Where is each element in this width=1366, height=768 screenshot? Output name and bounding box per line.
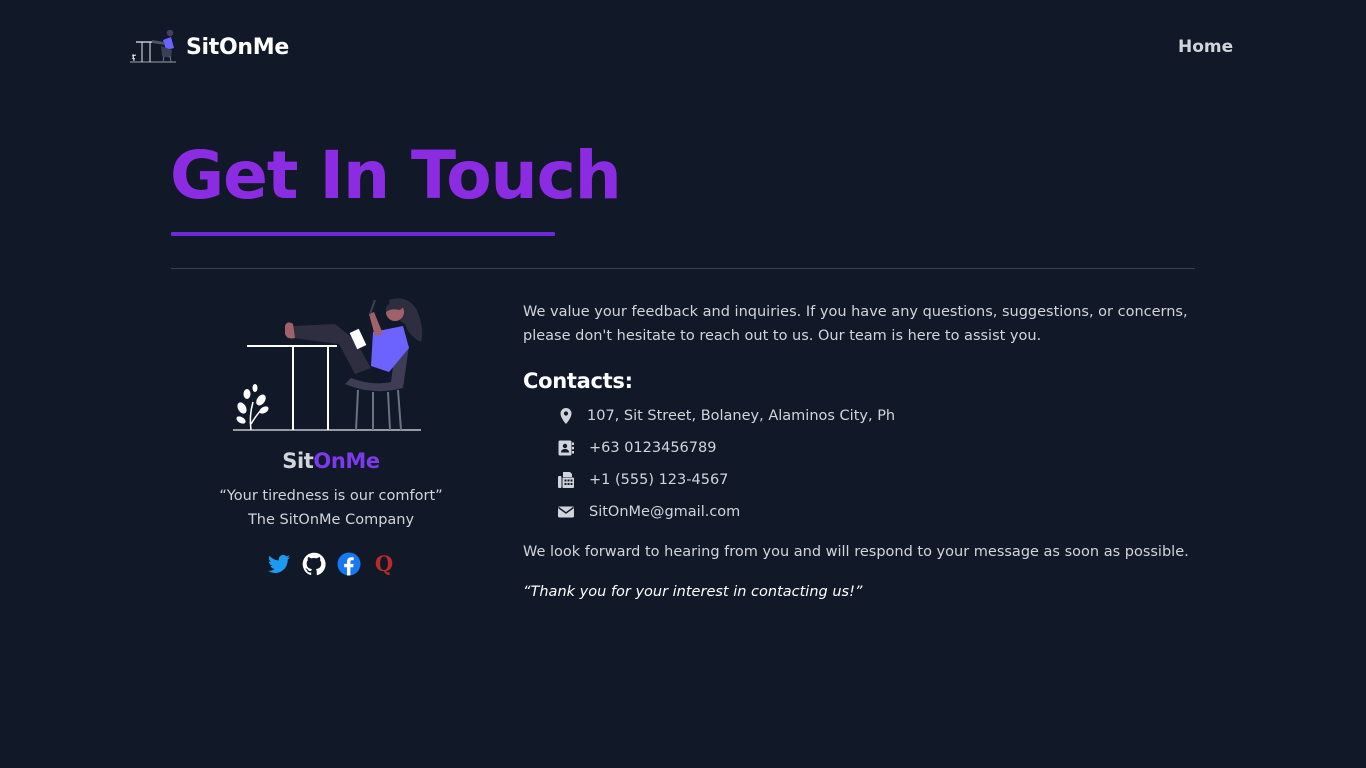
closing-text: We look forward to hearing from you and … [523, 544, 1189, 560]
contact-item-address: 107, Sit Street, Bolaney, Alaminos City,… [557, 400, 1203, 432]
relaxing-person-illustration [233, 298, 423, 431]
navbar: SitOnMe Home [0, 0, 1366, 96]
brand-link[interactable]: SitOnMe [128, 28, 289, 66]
company-card: SitOnMe “Your tiredness is our comfort” … [171, 296, 491, 576]
contact-item-email: SitOnMe@gmail.com [557, 496, 1203, 528]
quora-icon: Q [374, 552, 392, 576]
contact-item-fax: +1 (555) 123-4567 [557, 464, 1203, 496]
intro-text: We value your feedback and inquiries. If… [523, 304, 1188, 344]
envelope-icon [558, 506, 574, 518]
quora-link[interactable]: Q [372, 552, 396, 576]
twitter-link[interactable] [267, 552, 291, 576]
contact-list: 107, Sit Street, Bolaney, Alaminos City,… [523, 400, 1203, 528]
company-name: SitOnMe [171, 448, 491, 474]
svg-text:Q: Q [374, 552, 392, 576]
facebook-icon [337, 552, 360, 576]
company-full-name: The SitOnMe Company [247, 512, 415, 528]
contact-item-phone: +63 0123456789 [557, 432, 1203, 464]
contacts-heading: Contacts: [523, 369, 633, 393]
page-title: Get In Touch [170, 134, 622, 218]
contact-phone-text: +63 0123456789 [589, 440, 717, 456]
github-link[interactable] [302, 552, 326, 576]
thank-you-text: “Thank you for your interest in contacti… [523, 584, 863, 600]
fax-icon [558, 472, 574, 488]
brand-name: SitOnMe [186, 34, 289, 60]
nav-home-link[interactable]: Home [1178, 37, 1233, 57]
contact-book-icon [558, 440, 574, 456]
location-pin-icon [560, 408, 572, 424]
contact-section: We value your feedback and inquiries. If… [523, 300, 1203, 604]
facebook-link[interactable] [337, 552, 361, 576]
contact-email-text: SitOnMe@gmail.com [589, 504, 741, 520]
contact-fax-text: +1 (555) 123-4567 [589, 472, 729, 488]
company-name-sit: Sit [282, 449, 314, 473]
brand-logo-icon [130, 29, 176, 63]
company-tagline: “Your tiredness is our comfort” The SitO… [171, 484, 491, 532]
github-icon [302, 552, 326, 576]
company-quote: “Your tiredness is our comfort” [219, 488, 443, 504]
twitter-icon [267, 554, 290, 573]
company-name-onme: OnMe [313, 449, 380, 473]
contact-address-text: 107, Sit Street, Bolaney, Alaminos City,… [587, 408, 896, 424]
section-divider [171, 268, 1195, 269]
title-underline [171, 232, 555, 236]
social-links: Q [171, 552, 491, 576]
